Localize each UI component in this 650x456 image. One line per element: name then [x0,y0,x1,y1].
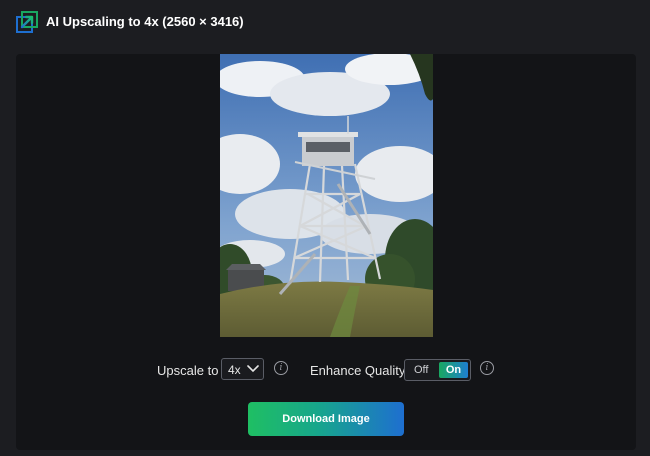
preview-panel: Upscale to 4x i Enhance Quality Off On i… [16,54,636,450]
upscale-select[interactable]: 4x [221,358,264,380]
enhance-quality-toggle[interactable]: Off On [404,359,471,381]
page-title: AI Upscaling to 4x (2560 × 3416) [46,14,244,29]
preview-image [220,54,433,337]
chevron-down-icon [247,365,259,373]
toggle-off-option[interactable]: Off [414,364,428,376]
enhance-quality-label: Enhance Quality [310,363,406,378]
download-image-button[interactable]: Download Image [248,402,404,436]
upscale-value: 4x [228,363,241,377]
settings-row: Upscale to 4x i Enhance Quality Off On i [16,358,636,382]
upscale-info-icon[interactable]: i [274,361,288,375]
enhance-info-icon[interactable]: i [480,361,494,375]
toggle-on-option[interactable]: On [439,362,468,378]
title-bar: AI Upscaling to 4x (2560 × 3416) [0,0,650,46]
upscale-label: Upscale to [157,363,219,378]
upscale-arrow-icon [16,11,38,33]
